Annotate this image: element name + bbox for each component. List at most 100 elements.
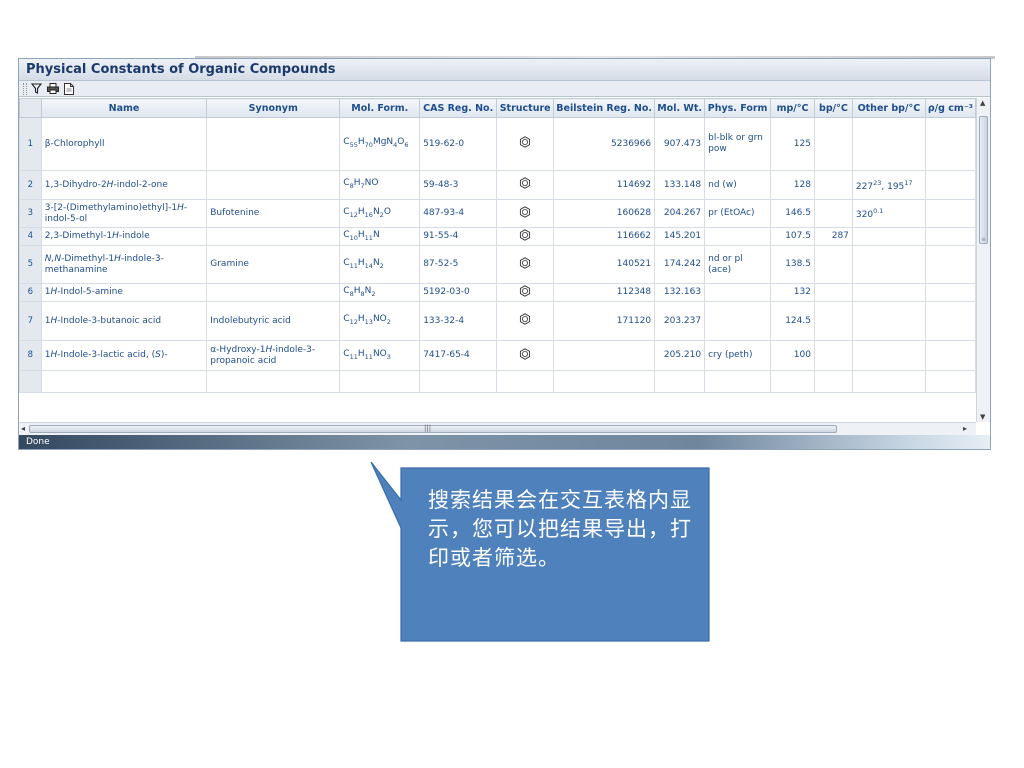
cell-phys: pr (EtOAc)	[704, 199, 772, 228]
cell-formula: C11H11NO3	[339, 340, 421, 371]
table-row[interactable]: 8 1H-Indole-3-lactic acid, (S)- α-Hydroxy-…	[19, 340, 976, 371]
scroll-down-icon[interactable]: ▼	[980, 413, 985, 421]
structure-icon[interactable]	[496, 199, 555, 228]
structure-icon[interactable]	[496, 340, 555, 371]
row-number: 8	[19, 340, 42, 371]
row-number-header[interactable]	[19, 98, 42, 118]
cell-mw: 907.473	[654, 117, 706, 171]
cell-mp: 124.5	[770, 301, 815, 341]
cell-name: 3-[2-(Dimethylamino)ethyl]-1H-indol-5-ol	[40, 199, 208, 228]
cell-cas: 487-93-4	[419, 199, 498, 228]
table-row[interactable]: 2 1,3-Dihydro-2H-indol-2-one C8H7NO 59-48-3…	[19, 170, 976, 200]
cell-bp	[813, 199, 853, 228]
cell-synonym	[206, 170, 341, 200]
column-header[interactable]: bp/°C	[813, 98, 853, 118]
horizontal-scroll-thumb[interactable]	[29, 425, 837, 433]
callout-text: 搜索结果会在交互表格内显示，您可以把结果导出，打印或者筛选。	[428, 488, 692, 570]
cell-other: 22723, 19517	[851, 170, 926, 200]
cell-formula: C10H11N	[339, 227, 421, 246]
empty-cell	[813, 370, 853, 393]
cell-mw: 145.201	[654, 227, 706, 246]
cell-phys	[704, 301, 772, 341]
cell-rho	[924, 245, 976, 284]
empty-cell	[704, 370, 772, 393]
cell-rho	[924, 117, 976, 171]
print-icon[interactable]	[46, 82, 59, 95]
empty-cell	[851, 370, 926, 393]
cell-formula: C12H16N2O	[339, 199, 421, 228]
column-header[interactable]: Beilstein Reg. No.	[553, 98, 656, 118]
column-header[interactable]: CAS Reg. No.	[419, 98, 498, 118]
table-row[interactable]: 7 1H-Indole-3-butanoic acid Indolebutyric …	[19, 301, 976, 341]
cell-rho	[924, 283, 976, 302]
column-header[interactable]: Name	[40, 98, 208, 118]
column-header[interactable]: Other bp/°C	[851, 98, 926, 118]
table-row[interactable]: 1 β-Chlorophyll C55H70MgN4O6 519-62-0 523696…	[19, 117, 976, 171]
results-table: Name Synonym Mol. Form. CAS Reg. No. Structu…	[19, 98, 976, 393]
cell-phys: nd (w)	[704, 170, 772, 200]
row-number: 5	[19, 245, 42, 284]
table-row[interactable]: 6 1H-Indol-5-amine C8H8N2 5192-03-0 112348 13…	[19, 283, 976, 302]
structure-icon[interactable]	[496, 170, 555, 200]
cell-name: 1,3-Dihydro-2H-indol-2-one	[40, 170, 208, 200]
column-header[interactable]: Phys. Form	[704, 98, 772, 118]
cell-beilstein: 114692	[553, 170, 656, 200]
cell-phys	[704, 227, 772, 246]
scroll-grip-icon: ≡	[981, 236, 987, 243]
cell-beilstein: 112348	[553, 283, 656, 302]
cell-cas: 59-48-3	[419, 170, 498, 200]
structure-icon[interactable]	[496, 227, 555, 246]
cell-name: β-Chlorophyll	[40, 117, 208, 171]
vertical-scroll-thumb[interactable]	[979, 116, 988, 244]
vertical-scrollbar[interactable]: ▲ ≡ ▼	[976, 98, 990, 422]
cell-phys: bl-blk or grn pow	[704, 117, 772, 171]
scroll-left-icon[interactable]: ◂	[21, 424, 25, 433]
scroll-right-icon[interactable]: ▸	[963, 424, 967, 433]
scroll-up-icon[interactable]: ▲	[980, 99, 985, 107]
window-title: Physical Constants of Organic Compounds	[26, 62, 336, 77]
cell-mp: 125	[770, 117, 815, 171]
filter-icon[interactable]	[30, 82, 43, 95]
horizontal-scrollbar[interactable]: ◂ ||| ▸	[19, 422, 976, 435]
structure-icon[interactable]	[496, 301, 555, 341]
toolbar	[19, 81, 990, 97]
column-header[interactable]: mp/°C	[770, 98, 815, 118]
cell-other	[851, 245, 926, 284]
structure-icon[interactable]	[496, 117, 555, 171]
cell-rho	[924, 170, 976, 200]
title-bar: Physical Constants of Organic Compounds	[19, 59, 990, 81]
cell-beilstein: 116662	[553, 227, 656, 246]
structure-icon[interactable]	[496, 283, 555, 302]
column-header[interactable]: Mol. Form.	[339, 98, 421, 118]
column-header[interactable]: Structure	[496, 98, 555, 118]
cell-cas: 519-62-0	[419, 117, 498, 171]
cell-mp: 146.5	[770, 199, 815, 228]
column-header[interactable]: Synonym	[206, 98, 341, 118]
structure-icon[interactable]	[496, 245, 555, 284]
cell-bp	[813, 245, 853, 284]
cell-bp	[813, 301, 853, 341]
cell-mp: 138.5	[770, 245, 815, 284]
cell-other	[851, 117, 926, 171]
status-text: Done	[26, 437, 50, 447]
cell-formula: C55H70MgN4O6	[339, 117, 421, 171]
cell-bp	[813, 170, 853, 200]
cell-rho	[924, 340, 976, 371]
toolbar-grip-icon[interactable]	[23, 82, 27, 95]
column-header[interactable]: Mol. Wt.	[654, 98, 706, 118]
results-window: Physical Constants of Organic Compounds …	[18, 58, 991, 450]
cell-bp	[813, 283, 853, 302]
cell-mw: 174.242	[654, 245, 706, 284]
table-row[interactable]: 4 2,3-Dimethyl-1H-indole C10H11N 91-55-4 116…	[19, 227, 976, 246]
cell-mw: 132.163	[654, 283, 706, 302]
cell-cas: 133-32-4	[419, 301, 498, 341]
cell-synonym	[206, 117, 341, 171]
document-icon[interactable]	[62, 82, 75, 95]
table-row[interactable]: 5 N,N-Dimethyl-1H-indole-3-methanamine Gra…	[19, 245, 976, 284]
column-header[interactable]: ρ/g cm⁻³	[924, 98, 976, 118]
table-row[interactable]: 3 3-[2-(Dimethylamino)ethyl]-1H-indol-5-o…	[19, 199, 976, 228]
cell-formula: C8H7NO	[339, 170, 421, 200]
cell-mp: 132	[770, 283, 815, 302]
cell-formula: C8H8N2	[339, 283, 421, 302]
empty-cell	[553, 370, 656, 393]
